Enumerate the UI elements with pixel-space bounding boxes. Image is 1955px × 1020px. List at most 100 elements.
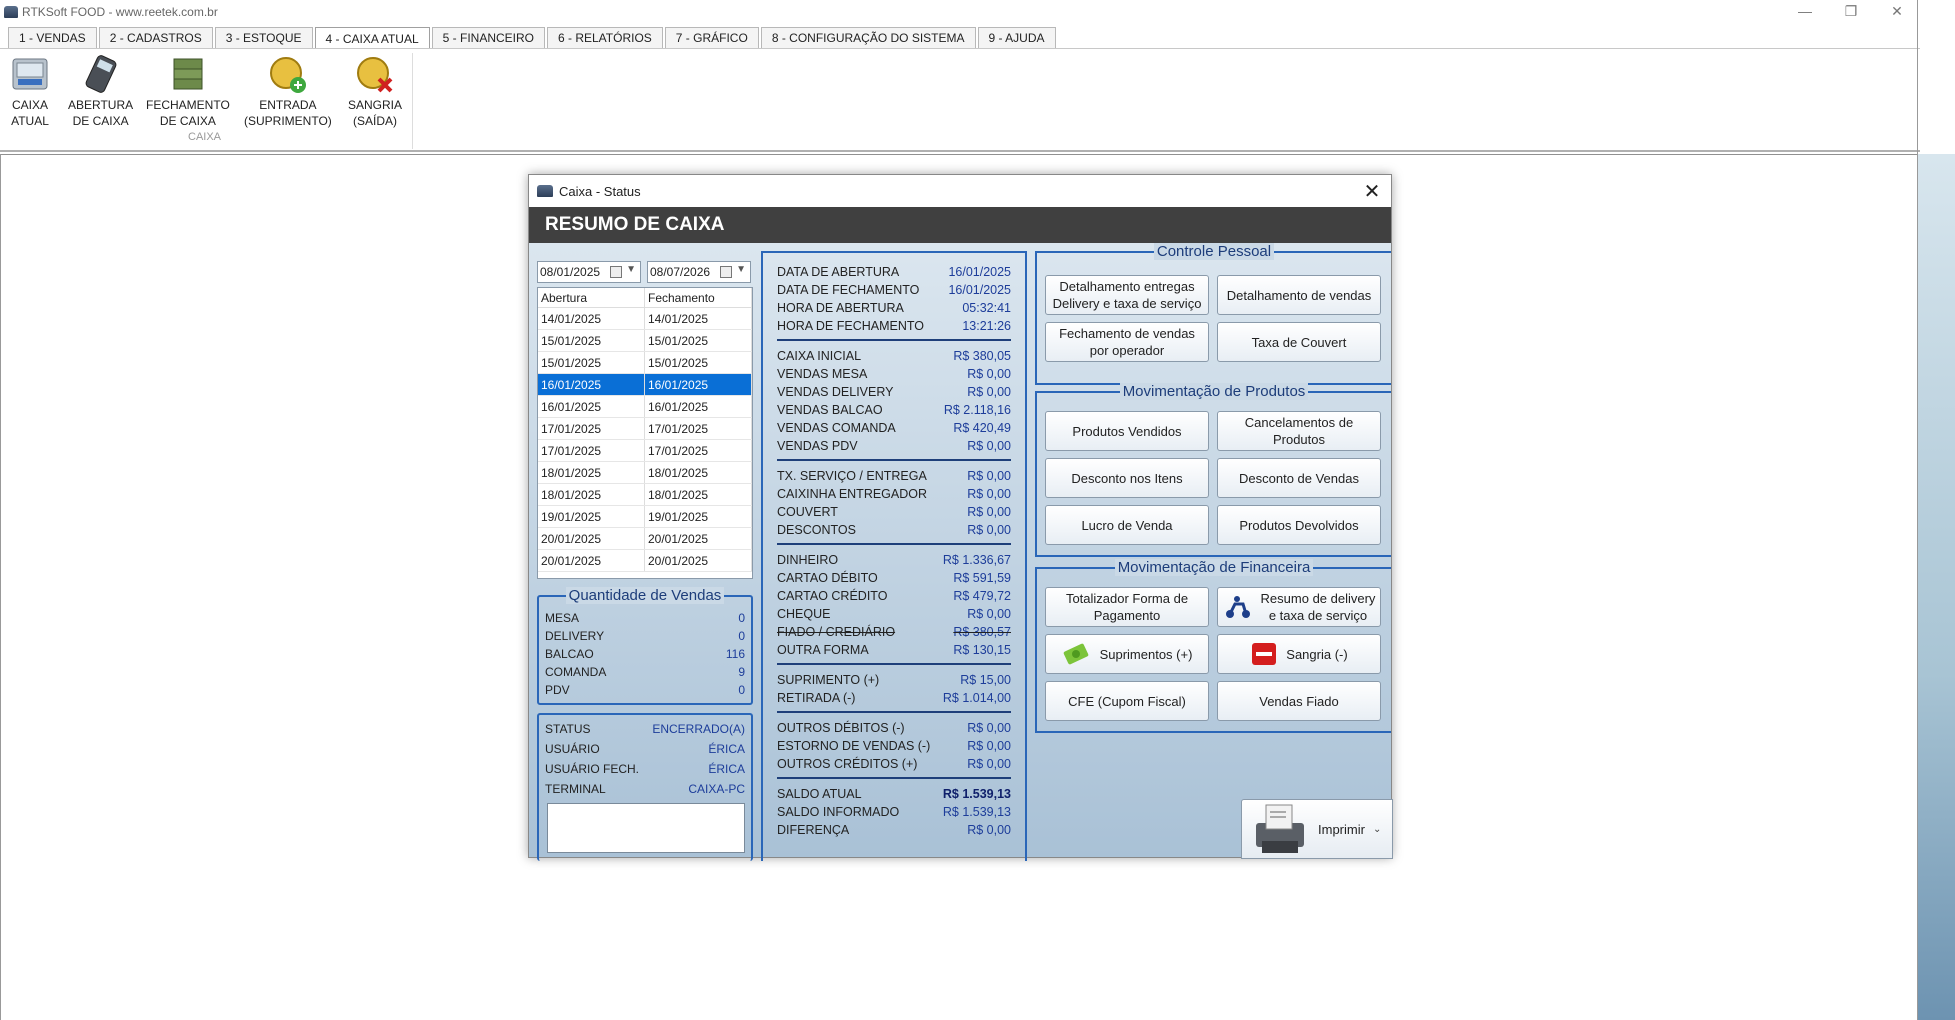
tab-vendas[interactable]: 1 - VENDAS — [8, 27, 97, 48]
divider — [777, 663, 1011, 665]
resumo-delivery-button[interactable]: Resumo de delivery e taxa de serviço — [1217, 587, 1381, 627]
desconto-itens-button[interactable]: Desconto nos Itens — [1045, 458, 1209, 498]
sangria-label-1: SANGRIA — [348, 98, 403, 112]
tab-configuracao[interactable]: 8 - CONFIGURAÇÃO DO SISTEMA — [760, 27, 976, 48]
table-row[interactable]: 17/01/2025 17/01/2025 — [538, 440, 752, 462]
cell-fechamento: 16/01/2025 — [645, 374, 752, 395]
detalhamento-vendas-button[interactable]: Detalhamento de vendas — [1217, 275, 1381, 315]
chevron-down-icon[interactable]: ▼ — [736, 264, 746, 275]
button-label: Vendas Fiado — [1259, 693, 1339, 709]
calendar-icon[interactable] — [610, 266, 622, 278]
cell-fechamento: 17/01/2025 — [645, 440, 752, 461]
observation-textbox[interactable] — [547, 803, 745, 853]
resumo-value: 13:21:26 — [962, 319, 1011, 333]
caixa-list-table[interactable]: Abertura Fechamento 14/01/2025 14/01/2025… — [537, 287, 753, 579]
cell-fechamento: 19/01/2025 — [645, 506, 752, 527]
resumo-value: R$ 380,05 — [953, 349, 1011, 363]
tab-relatorios[interactable]: 6 - RELATÓRIOS — [547, 27, 663, 48]
totalizador-forma-pagamento-button[interactable]: Totalizador Forma de Pagamento — [1045, 587, 1209, 627]
table-row[interactable]: 20/01/2025 20/01/2025 — [538, 528, 752, 550]
table-row[interactable]: 18/01/2025 18/01/2025 — [538, 462, 752, 484]
table-row[interactable]: 17/01/2025 17/01/2025 — [538, 418, 752, 440]
cell-fechamento: 15/01/2025 — [645, 330, 752, 351]
dialog-header: RESUMO DE CAIXA — [529, 207, 1391, 243]
desconto-vendas-button[interactable]: Desconto de Vendas — [1217, 458, 1381, 498]
tab-estoque[interactable]: 3 - ESTOQUE — [214, 27, 313, 48]
detalhamento-entregas-button[interactable]: Detalhamento entregas Delivery e taxa de… — [1045, 275, 1209, 315]
qtd-label: PDV — [545, 683, 570, 697]
cell-abertura: 15/01/2025 — [538, 352, 645, 373]
vendas-fiado-button[interactable]: Vendas Fiado — [1217, 681, 1381, 721]
window-icon — [537, 185, 553, 197]
fechamento-de-caixa-button[interactable]: FECHAMENTO DE CAIXA — [146, 53, 230, 129]
minimize-icon[interactable]: — — [1782, 0, 1828, 22]
resumo-value: R$ 0,00 — [967, 757, 1011, 771]
status-panel: STATUS ENCERRADO(A) USUÁRIO ÉRICA USUÁRIO … — [537, 713, 753, 861]
table-row[interactable]: 16/01/2025 16/01/2025 — [538, 396, 752, 418]
entrada-suprimento-button[interactable]: ENTRADA (SUPRIMENTO) — [244, 53, 332, 129]
table-row[interactable]: 18/01/2025 18/01/2025 — [538, 484, 752, 506]
restore-icon[interactable]: ❐ — [1828, 0, 1874, 22]
sangria-saida-button[interactable]: SANGRIA (SAÍDA) — [348, 53, 402, 129]
calendar-icon[interactable] — [720, 266, 732, 278]
cell-abertura: 17/01/2025 — [538, 418, 645, 439]
button-label: por operador — [1089, 343, 1165, 358]
produtos-vendidos-button[interactable]: Produtos Vendidos — [1045, 411, 1209, 451]
table-row[interactable]: 15/01/2025 15/01/2025 — [538, 330, 752, 352]
panel-title: Movimentação de Financeira — [1037, 559, 1391, 576]
resumo-row: CARTAO CRÉDITO R$ 479,72 — [763, 587, 1025, 605]
resumo-row: CAIXA INICIAL R$ 380,05 — [763, 347, 1025, 365]
abertura-de-caixa-button[interactable]: ABERTURA DE CAIXA — [68, 53, 133, 129]
resumo-label: CARTAO CRÉDITO — [777, 589, 888, 603]
resumo-row: DESCONTOS R$ 0,00 — [763, 521, 1025, 539]
caixa-atual-button[interactable]: CAIXA ATUAL — [10, 53, 50, 129]
date-to-input[interactable]: 08/07/2026 ▼ — [647, 261, 751, 283]
col-abertura[interactable]: Abertura — [538, 288, 645, 307]
resumo-label: ESTORNO DE VENDAS (-) — [777, 739, 931, 753]
chevron-down-icon[interactable]: ▼ — [626, 264, 636, 275]
tab-ajuda[interactable]: 9 - AJUDA — [977, 27, 1056, 48]
col-fechamento[interactable]: Fechamento — [645, 288, 752, 307]
cfe-cupom-fiscal-button[interactable]: CFE (Cupom Fiscal) — [1045, 681, 1209, 721]
table-row[interactable]: 20/01/2025 20/01/2025 — [538, 550, 752, 572]
chevron-down-icon[interactable]: ⌄ — [1373, 824, 1381, 835]
table-row[interactable]: 19/01/2025 19/01/2025 — [538, 506, 752, 528]
date-from-input[interactable]: 08/01/2025 ▼ — [537, 261, 641, 283]
minus-sign-icon — [1252, 643, 1277, 665]
tab-financeiro[interactable]: 5 - FINANCEIRO — [431, 27, 545, 48]
caixa-status-dialog: Caixa - Status ✕ RESUMO DE CAIXA 08/01/2… — [528, 174, 1393, 861]
produtos-devolvidos-button[interactable]: Produtos Devolvidos — [1217, 505, 1381, 545]
taxa-couvert-button[interactable]: Taxa de Couvert — [1217, 322, 1381, 362]
imprimir-button[interactable]: Imprimir ⌄ — [1241, 799, 1393, 859]
sangria-button[interactable]: Sangria (-) — [1217, 634, 1381, 674]
resumo-label: SALDO INFORMADO — [777, 805, 900, 819]
close-icon[interactable]: ✕ — [1361, 179, 1383, 204]
tab-grafico[interactable]: 7 - GRÁFICO — [664, 27, 759, 48]
button-label: Produtos Vendidos — [1072, 423, 1182, 439]
app-title: RTKSoft FOOD - www.reetek.com.br — [22, 5, 218, 19]
tab-caixa-atual[interactable]: 4 - CAIXA ATUAL — [314, 27, 430, 49]
button-label: Desconto de Vendas — [1239, 470, 1359, 486]
suprimentos-button[interactable]: Suprimentos (+) — [1045, 634, 1209, 674]
resumo-label: SALDO ATUAL — [777, 787, 862, 801]
resumo-value: R$ 0,00 — [967, 487, 1011, 501]
button-label: Totalizador Forma de — [1065, 591, 1189, 606]
resumo-label: OUTRA FORMA — [777, 643, 869, 657]
resumo-label: CARTAO DÉBITO — [777, 571, 878, 585]
cancelamentos-produtos-button[interactable]: Cancelamentos de Produtos — [1217, 411, 1381, 451]
cell-abertura: 16/01/2025 — [538, 396, 645, 417]
qtd-row: PDV 0 — [539, 681, 751, 699]
resumo-label: COUVERT — [777, 505, 838, 519]
tab-cadastros[interactable]: 2 - CADASTROS — [98, 27, 213, 48]
table-row-selected[interactable]: 16/01/2025 16/01/2025 — [538, 374, 752, 396]
resumo-label: VENDAS COMANDA — [777, 421, 896, 435]
qtd-label: MESA — [545, 611, 580, 625]
lucro-venda-button[interactable]: Lucro de Venda — [1045, 505, 1209, 545]
panel-title: Controle Pessoal — [1037, 243, 1391, 260]
table-row[interactable]: 15/01/2025 15/01/2025 — [538, 352, 752, 374]
cell-abertura: 14/01/2025 — [538, 308, 645, 329]
fechamento-vendas-operador-button[interactable]: Fechamento de vendas por operador — [1045, 322, 1209, 362]
table-row[interactable]: 14/01/2025 14/01/2025 — [538, 308, 752, 330]
qtd-row: DELIVERY 0 — [539, 627, 751, 645]
close-window-icon[interactable]: ✕ — [1874, 0, 1920, 22]
